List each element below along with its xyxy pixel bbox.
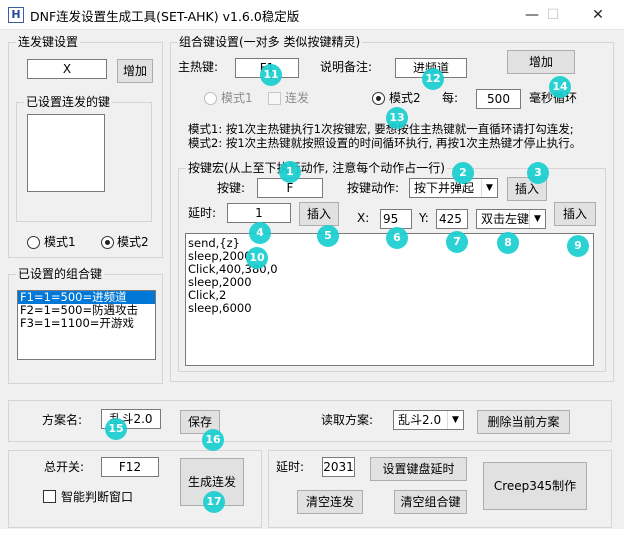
clear-combo-button[interactable]: 清空组合键	[394, 490, 467, 514]
chevron-down-icon: ▼	[529, 210, 545, 228]
burst-mode2-radio[interactable]	[101, 236, 114, 249]
combo-list-item[interactable]: F3=1=1100=开游戏	[18, 317, 155, 330]
annotation-marker-16: 16	[202, 429, 224, 451]
insert-click-button[interactable]: 插入	[554, 202, 596, 226]
scheme-name-label: 方案名:	[42, 413, 83, 427]
close-button[interactable]: ✕	[575, 0, 621, 30]
annotation-marker-5: 5	[317, 225, 339, 247]
annotation-marker-1: 1	[279, 161, 301, 183]
annotation-marker-6: 6	[386, 227, 408, 249]
bottom-strip	[0, 529, 624, 535]
combo-mode1-label: 模式1	[221, 91, 253, 105]
x-label: X:	[357, 211, 370, 225]
master-switch-label: 总开关:	[44, 460, 85, 474]
clear-burst-button[interactable]: 清空连发	[297, 490, 363, 514]
click-type-value: 双击左键	[481, 212, 530, 226]
load-scheme-select[interactable]: 乱斗2.0 ▼	[393, 410, 464, 430]
set-keys-list[interactable]	[27, 114, 105, 192]
combo-burst-checkbox[interactable]	[268, 92, 281, 105]
set-keyboard-delay-button[interactable]: 设置键盘延时	[370, 457, 467, 481]
macro-line: sleep,2000	[188, 275, 252, 289]
insert-delay-button[interactable]: 插入	[299, 202, 339, 226]
click-type-select[interactable]: 双击左键 ▼	[476, 209, 546, 229]
note-label: 说明备注:	[320, 60, 373, 74]
interval-input[interactable]: 500	[476, 89, 521, 109]
burst-key-group-title: 连发键设置	[16, 35, 81, 49]
combo-settings-group-title: 组合键设置(一对多 类似按键精灵)	[177, 35, 363, 49]
y-input[interactable]: 425	[436, 209, 468, 229]
chevron-down-icon: ▼	[481, 179, 497, 197]
delay-input[interactable]: 1	[227, 203, 291, 223]
load-scheme-value: 乱斗2.0	[398, 413, 442, 427]
chevron-down-icon: ▼	[447, 411, 463, 429]
annotation-marker-3: 3	[527, 162, 549, 184]
y-label: Y:	[419, 211, 429, 225]
annotation-marker-14: 14	[549, 76, 571, 98]
smart-detect-label: 智能判断窗口	[61, 490, 134, 504]
mode1-description: 模式1: 按1次主热键执行1次按键宏, 要想按住主热键就一直循环请打勾连发;	[188, 122, 574, 136]
combos-group-title: 已设置的组合键	[16, 267, 105, 281]
interval-every-label: 每:	[442, 91, 459, 105]
delete-scheme-button[interactable]: 删除当前方案	[477, 410, 570, 434]
burst-mode1-radio[interactable]	[27, 236, 40, 249]
macro-group-title: 按键宏(从上至下执行动作, 注意每个动作占一行)	[186, 161, 447, 175]
load-scheme-label: 读取方案:	[321, 413, 374, 427]
macro-action-label: 按键动作:	[347, 181, 400, 195]
burst-mode2-label: 模式2	[117, 235, 149, 249]
maximize-button: ☐	[546, 7, 560, 23]
annotation-marker-9: 9	[567, 235, 589, 257]
burst-mode1-label: 模式1	[44, 235, 76, 249]
delay-label: 延时:	[188, 206, 217, 220]
annotation-marker-11: 11	[260, 64, 282, 86]
annotation-marker-2: 2	[452, 162, 474, 184]
window-title: DNF连发设置生成工具(SET-AHK) v1.6.0稳定版	[30, 9, 300, 24]
annotation-marker-8: 8	[497, 232, 519, 254]
master-switch-input[interactable]: F12	[101, 457, 159, 477]
burst-key-input[interactable]: X	[27, 59, 107, 79]
combos-list[interactable]: F1=1=500=进频道 F2=1=500=防遇攻击 F3=1=1100=开游戏	[17, 290, 156, 360]
credit-button[interactable]: Creep345制作	[483, 462, 587, 510]
macro-key-label: 按键:	[217, 181, 246, 195]
main-key-label: 主热键:	[178, 60, 219, 74]
annotation-marker-10: 10	[246, 247, 268, 269]
keyboard-delay-input[interactable]: 2031	[322, 457, 355, 477]
annotation-marker-13: 13	[386, 107, 408, 129]
macro-line: sleep,6000	[188, 301, 252, 315]
annotation-marker-17: 17	[203, 491, 225, 513]
annotation-marker-12: 12	[422, 68, 444, 90]
smart-detect-checkbox[interactable]	[43, 490, 56, 503]
app-icon: H	[8, 7, 24, 23]
set-keys-group-title: 已设置连发的键	[24, 95, 113, 109]
x-input[interactable]: 95	[380, 209, 412, 229]
mode2-description: 模式2: 按1次主热键就按照设置的时间循环执行, 再按1次主热键才停止执行。	[188, 136, 582, 150]
combo-add-button[interactable]: 增加	[507, 50, 575, 74]
annotation-marker-15: 15	[105, 418, 127, 440]
annotation-marker-4: 4	[249, 222, 271, 244]
keyboard-delay-label: 延时:	[276, 460, 305, 474]
combo-burst-label: 连发	[285, 91, 310, 105]
combo-mode2-radio[interactable]	[372, 92, 385, 105]
burst-add-button[interactable]: 增加	[117, 59, 153, 83]
combo-mode2-label: 模式2	[389, 91, 421, 105]
macro-action-select[interactable]: 按下并弹起 ▼	[409, 178, 498, 198]
annotation-marker-7: 7	[446, 231, 468, 253]
combo-mode1-radio[interactable]	[204, 92, 217, 105]
